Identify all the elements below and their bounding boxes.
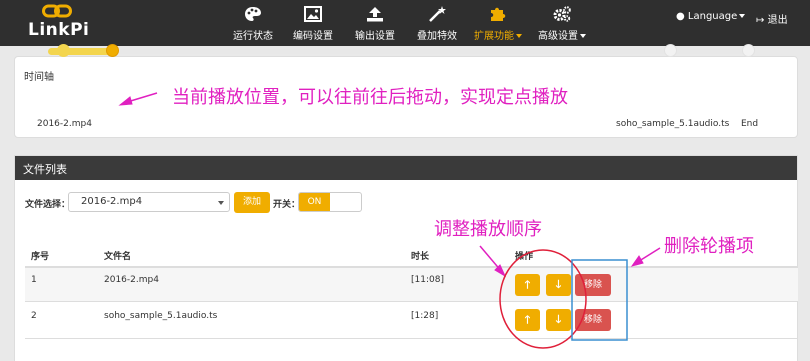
annotation-order: 调整播放顺序: [434, 219, 542, 240]
brand-name: LinkPi: [28, 20, 90, 40]
row-file-name: 2016-2.mp4: [104, 275, 159, 285]
playhead-handle[interactable]: [106, 44, 119, 57]
chevron-down-icon: [218, 201, 224, 205]
annotation-delete: 删除轮播项: [664, 236, 754, 257]
timeline-next-file: soho_sample_5.1audio.ts: [616, 119, 730, 129]
remove-button[interactable]: 移除: [575, 309, 611, 331]
annotation-position: 当前播放位置，可以往前往后拖动，实现定点播放: [172, 87, 568, 108]
row-index: 2: [31, 311, 37, 321]
gears-icon: [553, 6, 571, 22]
file-select[interactable]: 2016-2.mp4: [68, 192, 230, 212]
timeline-title: 时间轴: [24, 72, 54, 83]
nav-item-output[interactable]: 输出设置: [350, 0, 400, 46]
row-duration: [11:08]: [411, 275, 444, 285]
add-file-button[interactable]: 添加: [234, 192, 270, 213]
move-down-button[interactable]: 🡓: [546, 309, 571, 331]
timeline-start-marker[interactable]: [57, 44, 70, 57]
nav-item-status[interactable]: 运行状态: [228, 0, 278, 46]
link-logo-icon: [42, 4, 72, 18]
chevron-down-icon: [580, 34, 586, 38]
file-select-label: 文件选择：: [25, 200, 71, 210]
chevron-down-icon: [739, 14, 746, 18]
row-index: 1: [31, 275, 37, 285]
timeline-end-marker[interactable]: [742, 44, 755, 57]
puzzle-icon: [491, 7, 506, 21]
nav-label: 扩展功能: [474, 31, 514, 42]
row-duration: [1:28]: [411, 311, 439, 321]
switch-label: 开关：: [273, 200, 301, 210]
nav-label: 输出设置: [355, 31, 395, 42]
move-up-button[interactable]: 🡑: [515, 274, 540, 296]
logout-label: 退出: [767, 15, 788, 26]
language-menu[interactable]: ● Language: [676, 11, 746, 22]
linkpi-logo[interactable]: LinkPi: [28, 2, 100, 44]
image-icon: [304, 6, 322, 22]
file-list-panel: 文件列表: [14, 155, 798, 361]
timeline-track[interactable]: [48, 49, 750, 54]
file-select-value: 2016-2.mp4: [81, 196, 143, 207]
column-header-index: 序号: [31, 252, 50, 262]
file-list-header: 文件列表: [15, 156, 797, 180]
nav-item-overlay[interactable]: 叠加特效: [412, 0, 462, 46]
column-header-duration: 时长: [411, 252, 430, 262]
nav-label: 高级设置: [538, 31, 578, 42]
nav-label: 运行状态: [233, 31, 273, 42]
nav-label: 编码设置: [293, 31, 333, 42]
language-label: Language: [687, 11, 738, 22]
palette-icon: [245, 7, 261, 21]
nav-item-encoding[interactable]: 编码设置: [288, 0, 338, 46]
column-header-name: 文件名: [104, 252, 132, 262]
upload-icon: [367, 7, 383, 22]
chevron-down-icon: [516, 34, 522, 38]
nav-label: 叠加特效: [417, 31, 457, 42]
top-navbar: LinkPi 运行状态 编码设置 输出设置 叠加特效 扩展功能 高级设置 ● L…: [0, 0, 810, 46]
move-up-button[interactable]: 🡑: [515, 309, 540, 331]
nav-item-extensions[interactable]: 扩展功能: [470, 0, 526, 46]
nav-item-advanced[interactable]: 高级设置: [534, 0, 590, 46]
table-row-divider: [25, 301, 798, 302]
timeline-end-label: End: [741, 119, 759, 129]
row-file-name: soho_sample_5.1audio.ts: [104, 311, 218, 321]
column-header-actions: 操作: [515, 252, 534, 262]
remove-button[interactable]: 移除: [575, 274, 611, 296]
globe-icon: ●: [676, 11, 685, 22]
logout-link[interactable]: ↦ 退出: [756, 11, 788, 26]
timeline-start-file: 2016-2.mp4: [37, 119, 92, 129]
switch-state: ON: [299, 193, 330, 211]
sign-out-icon: ↦: [756, 15, 765, 26]
table-row-divider: [25, 338, 798, 339]
move-down-button[interactable]: 🡓: [546, 274, 571, 296]
magic-wand-icon: [429, 6, 446, 22]
timeline-file-marker[interactable]: [664, 44, 677, 57]
loop-switch[interactable]: ON: [298, 192, 362, 212]
